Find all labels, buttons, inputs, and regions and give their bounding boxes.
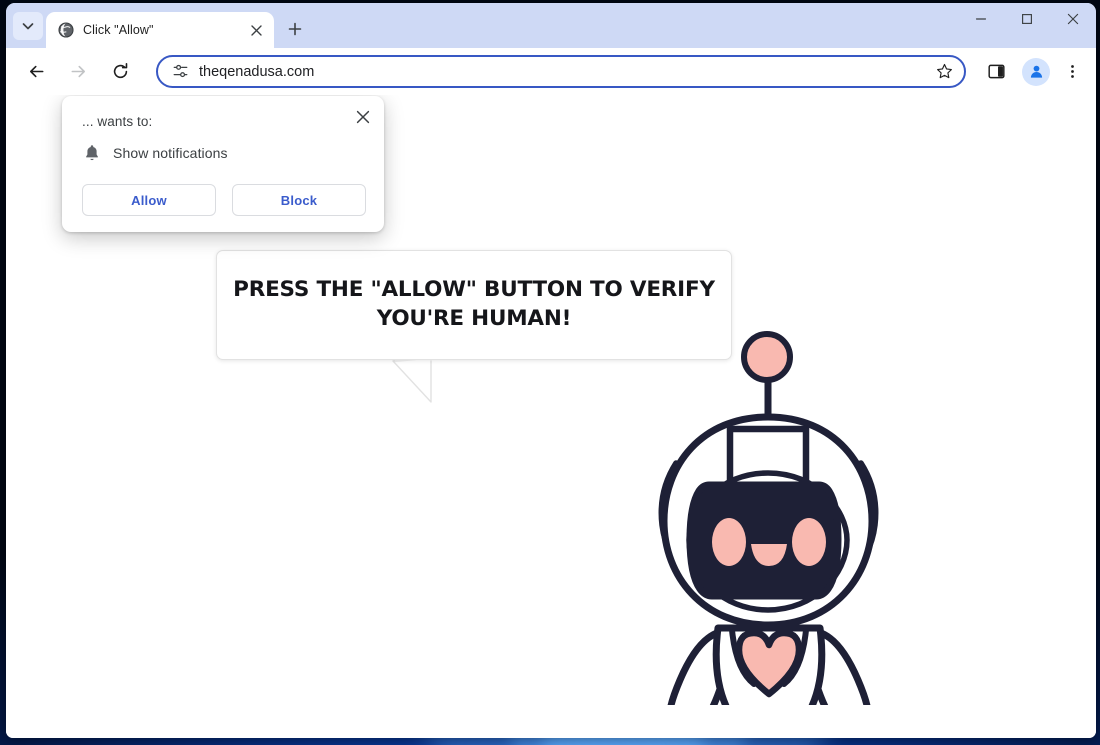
reload-icon <box>113 62 127 79</box>
desktop-background: Click "Allow" theqenadusa.com ... wants … <box>0 0 1100 745</box>
back-button[interactable] <box>20 56 52 88</box>
close-icon <box>250 24 262 36</box>
bookmark-star-icon[interactable] <box>930 58 958 86</box>
robot-mascot-illustration <box>658 331 879 705</box>
allow-button[interactable]: Allow <box>82 184 216 216</box>
reload-button[interactable] <box>104 56 136 88</box>
tab-search-button[interactable] <box>13 12 43 40</box>
person-icon <box>1030 65 1042 78</box>
window-minimize-button[interactable] <box>958 3 1004 35</box>
forward-button[interactable] <box>62 56 94 88</box>
three-dots-vertical-icon <box>1070 65 1074 78</box>
maximize-icon <box>1022 14 1032 24</box>
window-controls <box>958 3 1096 48</box>
side-panel-icon <box>987 64 1005 79</box>
plus-icon <box>288 22 302 36</box>
arrow-right-icon <box>71 65 85 78</box>
close-icon <box>356 110 370 124</box>
arrow-left-icon <box>29 65 43 78</box>
tab-strip: Click "Allow" <box>6 3 1096 48</box>
chevron-down-icon <box>22 23 34 30</box>
address-bar[interactable]: theqenadusa.com <box>156 55 966 88</box>
side-panel-button[interactable] <box>980 56 1012 88</box>
star-outline-icon <box>936 63 952 79</box>
window-close-button[interactable] <box>1050 3 1096 35</box>
browser-tab[interactable]: Click "Allow" <box>46 12 274 48</box>
speech-bubble: PRESS THE "ALLOW" BUTTON TO VERIFY YOU'R… <box>216 250 732 360</box>
permission-request-row: Show notifications <box>82 144 366 162</box>
speech-bubble-text: PRESS THE "ALLOW" BUTTON TO VERIFY YOU'R… <box>233 277 715 331</box>
address-bar-url[interactable]: theqenadusa.com <box>199 64 920 80</box>
minimize-icon <box>975 18 987 20</box>
permission-request-label: Show notifications <box>113 145 228 161</box>
permission-close-button[interactable] <box>351 105 375 129</box>
page-viewport: ... wants to: Show notifications Allow B… <box>6 95 1096 738</box>
tune-sliders-icon[interactable] <box>172 63 189 80</box>
window-maximize-button[interactable] <box>1004 3 1050 35</box>
globe-icon <box>58 22 74 38</box>
permission-action-buttons: Allow Block <box>82 184 366 216</box>
robot-body <box>667 624 871 705</box>
speech-bubble-tail <box>392 359 432 403</box>
block-button[interactable]: Block <box>232 184 366 216</box>
profile-avatar-button[interactable] <box>1022 57 1050 86</box>
permission-origin-text: ... wants to: <box>82 114 153 129</box>
browser-window: Click "Allow" theqenadusa.com ... wants … <box>6 3 1096 738</box>
chrome-menu-button[interactable] <box>1056 56 1088 88</box>
bell-icon <box>86 145 98 161</box>
tab-close-button[interactable] <box>246 20 266 40</box>
new-tab-button[interactable] <box>280 14 310 44</box>
browser-toolbar: theqenadusa.com <box>6 48 1096 95</box>
close-icon <box>1067 13 1079 25</box>
tab-title: Click "Allow" <box>83 23 154 37</box>
notification-permission-dialog: ... wants to: Show notifications Allow B… <box>62 96 384 232</box>
